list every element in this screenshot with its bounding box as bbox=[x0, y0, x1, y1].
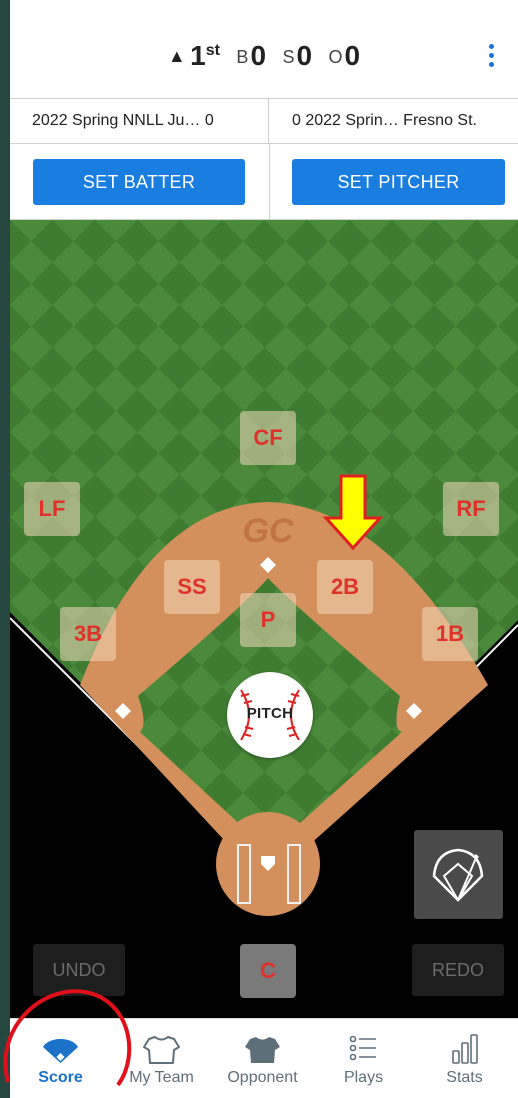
strikes-count: 0 bbox=[296, 40, 313, 71]
nav-opponent[interactable]: Opponent bbox=[212, 1019, 313, 1098]
gc-watermark: GC bbox=[243, 512, 294, 550]
redo-button[interactable]: REDO bbox=[412, 944, 504, 996]
scorekeeping-app: ▲ 1st B0 S0 O0 2022 Spring NNLL Ju… 0 0 … bbox=[10, 0, 518, 1098]
more-options-icon[interactable] bbox=[486, 44, 496, 70]
undo-button[interactable]: UNDO bbox=[33, 944, 125, 996]
team-score-row: 2022 Spring NNLL Ju… 0 0 2022 Sprin… Fre… bbox=[10, 98, 518, 144]
balls-count: 0 bbox=[250, 40, 267, 71]
pitch-button[interactable]: PITCH bbox=[227, 672, 313, 758]
balls-label: B bbox=[236, 47, 249, 67]
inning-number: 1 bbox=[190, 40, 206, 71]
list-icon bbox=[349, 1035, 376, 1061]
jersey-filled-icon bbox=[245, 1037, 280, 1063]
diamond-field-icon bbox=[43, 1039, 78, 1063]
nav-plays[interactable]: Plays bbox=[313, 1019, 414, 1098]
position-1b[interactable]: 1B bbox=[422, 607, 478, 661]
bar-chart-icon bbox=[452, 1034, 478, 1064]
position-p[interactable]: P bbox=[240, 593, 296, 647]
pitch-label: PITCH bbox=[246, 705, 294, 722]
top-half-indicator: ▲ bbox=[167, 46, 186, 66]
divider bbox=[269, 144, 270, 220]
scoreboard: ▲ 1st B0 S0 O0 bbox=[10, 40, 518, 72]
home-team-score: 0 2022 Sprin… Fresno St. bbox=[292, 112, 477, 129]
nav-score[interactable]: Score bbox=[10, 1019, 111, 1098]
field-view-toggle-button[interactable] bbox=[414, 830, 503, 919]
jersey-outline-icon bbox=[143, 1036, 180, 1064]
nav-my-team[interactable]: My Team bbox=[111, 1019, 212, 1098]
nav-score-label: Score bbox=[38, 1069, 83, 1086]
nav-stats[interactable]: Stats bbox=[414, 1019, 515, 1098]
position-rf[interactable]: RF bbox=[443, 482, 499, 536]
nav-my-team-label: My Team bbox=[129, 1069, 194, 1086]
position-c[interactable]: C bbox=[240, 944, 296, 998]
nav-stats-label: Stats bbox=[446, 1069, 483, 1086]
away-team-score: 2022 Spring NNLL Ju… 0 bbox=[10, 99, 269, 143]
inning-suffix: st bbox=[205, 42, 220, 59]
nav-opponent-label: Opponent bbox=[227, 1069, 298, 1086]
header: ▲ 1st B0 S0 O0 bbox=[10, 0, 518, 98]
position-lf[interactable]: LF bbox=[24, 482, 80, 536]
window-edge bbox=[0, 0, 10, 1098]
strikes-label: S bbox=[282, 47, 295, 67]
set-batter-button[interactable]: SET BATTER bbox=[33, 159, 245, 205]
outs-label: O bbox=[328, 47, 343, 67]
set-pitcher-button[interactable]: SET PITCHER bbox=[292, 159, 505, 205]
lineup-actions: SET BATTER SET PITCHER bbox=[10, 144, 518, 220]
baseball-field: GC CF LF RF SS 2B P 3B 1B C PITCH UNDO R… bbox=[10, 220, 518, 1018]
bottom-nav: Score My Team Opponent Plays Stats bbox=[10, 1018, 518, 1098]
position-ss[interactable]: SS bbox=[164, 560, 220, 614]
position-2b[interactable]: 2B bbox=[317, 560, 373, 614]
position-cf[interactable]: CF bbox=[240, 411, 296, 465]
spray-chart-icon bbox=[432, 848, 484, 902]
position-3b[interactable]: 3B bbox=[60, 607, 116, 661]
nav-plays-label: Plays bbox=[343, 1069, 384, 1086]
outs-count: 0 bbox=[344, 40, 361, 71]
